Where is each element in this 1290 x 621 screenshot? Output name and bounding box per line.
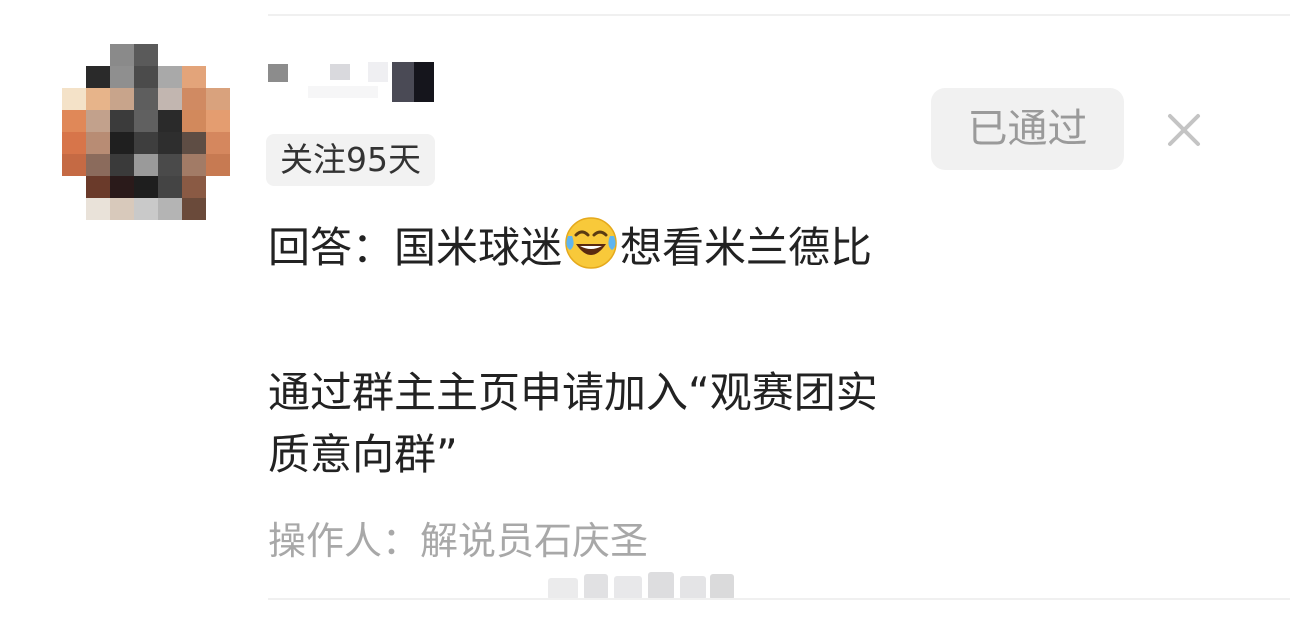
avatar-mosaic-cell: [134, 154, 158, 176]
avatar-mosaic-cell: [158, 176, 182, 198]
avatar-mosaic-cell: [182, 198, 206, 220]
join-note: 通过群主主页申请加入“观赛团实质意向群”: [268, 368, 878, 479]
username-redacted[interactable]: [268, 60, 438, 102]
avatar-mosaic-cell: [206, 154, 230, 176]
avatar-mosaic-cell: [62, 66, 86, 88]
avatar-mosaic-cell: [182, 44, 206, 66]
avatar-mosaic-cell: [182, 154, 206, 176]
username-redaction-block: [392, 62, 414, 102]
top-divider: [268, 14, 1290, 16]
bottom-divider: [268, 598, 1290, 600]
avatar-mosaic-cell: [134, 66, 158, 88]
close-icon[interactable]: [1164, 110, 1204, 150]
avatar-mosaic-cell: [110, 154, 134, 176]
avatar-mosaic-cell: [110, 176, 134, 198]
avatar-mosaic-cell: [134, 44, 158, 66]
avatar-mosaic-cell: [62, 154, 86, 176]
watermark-block: [614, 576, 642, 600]
avatar-mosaic-cell: [134, 176, 158, 198]
avatar-mosaic-cell: [158, 110, 182, 132]
avatar-mosaic-cell: [182, 132, 206, 154]
operator-label: 操作人：解说员石庆圣: [268, 519, 649, 563]
approved-button[interactable]: 已通过: [931, 88, 1124, 170]
watermark-block: [710, 574, 734, 600]
avatar-mosaic-cell: [86, 88, 110, 110]
avatar-mosaic-cell: [86, 66, 110, 88]
avatar-mosaic-cell: [110, 198, 134, 220]
username-redaction-block: [268, 64, 288, 82]
avatar-mosaic-cell: [62, 176, 86, 198]
avatar-mosaic-cell: [158, 44, 182, 66]
answer-suffix: 想看米兰德比: [620, 223, 873, 272]
avatar-mosaic-cell: [62, 44, 86, 66]
avatar-mosaic-cell: [158, 154, 182, 176]
avatar-mosaic-cell: [206, 198, 230, 220]
face-with-tears-of-joy-icon: [562, 214, 620, 272]
avatar-mosaic-cell: [182, 88, 206, 110]
avatar-mosaic-cell: [158, 132, 182, 154]
avatar-mosaic-cell: [158, 66, 182, 88]
watermark-block: [584, 574, 608, 600]
avatar-mosaic-cell: [206, 88, 230, 110]
avatar-mosaic-cell: [86, 44, 110, 66]
avatar-mosaic-cell: [158, 88, 182, 110]
avatar-mosaic-cell: [110, 66, 134, 88]
avatar-mosaic-cell: [158, 198, 182, 220]
avatar-mosaic-cell: [86, 110, 110, 132]
avatar-mosaic-cell: [62, 198, 86, 220]
avatar-mosaic-cell: [110, 132, 134, 154]
avatar-mosaic-cell: [134, 88, 158, 110]
avatar-mosaic-cell: [182, 66, 206, 88]
avatar[interactable]: [62, 44, 230, 226]
avatar-mosaic-cell: [110, 110, 134, 132]
avatar-mosaic-cell: [86, 154, 110, 176]
watermark-block: [680, 576, 706, 600]
avatar-mosaic-cell: [134, 198, 158, 220]
avatar-mosaic-cell: [110, 44, 134, 66]
join-answer: 回答：国米球迷 想看米兰德比: [268, 214, 888, 279]
username-redaction-block: [308, 86, 378, 98]
avatar-mosaic-cell: [62, 88, 86, 110]
avatar-mosaic-cell: [206, 110, 230, 132]
avatar-mosaic-cell: [86, 132, 110, 154]
avatar-mosaic-cell: [134, 132, 158, 154]
username-redaction-block: [368, 62, 388, 82]
watermark-block: [648, 572, 674, 600]
avatar-mosaic-cell: [86, 198, 110, 220]
avatar-mosaic-cell: [206, 132, 230, 154]
avatar-mosaic-cell: [110, 88, 134, 110]
avatar-mosaic-cell: [206, 66, 230, 88]
username-redaction-block: [330, 64, 350, 80]
avatar-mosaic-cell: [206, 176, 230, 198]
avatar-mosaic-cell: [182, 176, 206, 198]
avatar-mosaic-cell: [206, 44, 230, 66]
follow-duration-badge: 关注95天: [266, 134, 435, 186]
avatar-mosaic-cell: [62, 132, 86, 154]
avatar-mosaic-cell: [182, 110, 206, 132]
avatar-mosaic-cell: [134, 110, 158, 132]
answer-prefix: 回答：国米球迷: [268, 223, 563, 272]
avatar-mosaic-cell: [86, 176, 110, 198]
watermark-block: [548, 578, 578, 600]
avatar-mosaic-cell: [62, 110, 86, 132]
username-redaction-block: [414, 62, 434, 102]
